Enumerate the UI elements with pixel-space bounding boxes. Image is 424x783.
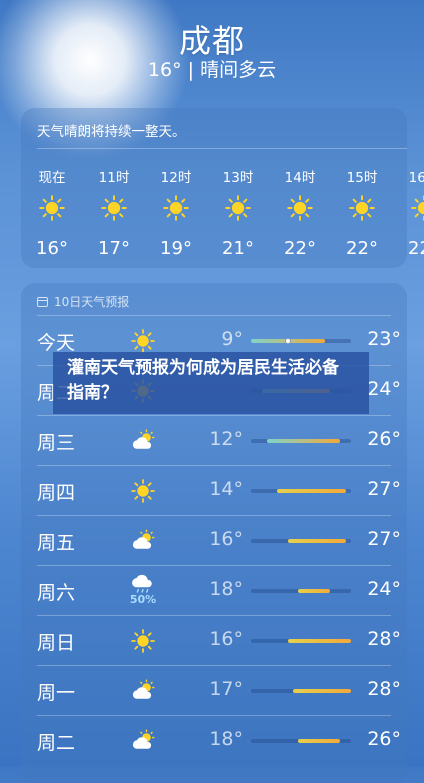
hour-temp: 16° xyxy=(36,238,68,259)
temp-range-bar xyxy=(251,489,351,493)
partly-cloudy-icon xyxy=(125,421,161,459)
temp-range-bar xyxy=(251,539,351,543)
hour-temp: 22° xyxy=(346,238,378,259)
temp-range-fill xyxy=(287,539,346,543)
temp-range-bar xyxy=(251,338,351,344)
divider xyxy=(37,715,391,716)
precip-chance: 50% xyxy=(129,593,157,606)
hour-label: 14时 xyxy=(284,170,316,186)
day-label: 周六 xyxy=(37,582,76,604)
hourly-summary: 天气晴朗将持续一整天。 xyxy=(37,124,186,140)
low-temp: 14° xyxy=(209,478,243,500)
daily-row[interactable]: 周五 16° 27° xyxy=(21,515,407,565)
daily-row[interactable]: 周二 18° 26° xyxy=(21,715,407,765)
hour-label: 15时 xyxy=(346,170,378,186)
divider xyxy=(37,415,391,416)
hour-temp: 17° xyxy=(98,238,130,259)
divider xyxy=(37,665,391,666)
partly-cloudy-icon xyxy=(125,721,161,759)
temp-range-fill xyxy=(287,639,351,643)
divider xyxy=(37,315,391,316)
day-label: 周一 xyxy=(37,682,76,704)
high-temp: 23° xyxy=(367,328,401,350)
sun-icon xyxy=(338,190,386,226)
partly-cloudy-icon xyxy=(125,521,161,559)
temp-range-bar xyxy=(251,739,351,743)
hour-temp: 22° xyxy=(408,238,424,259)
temp-range-bar xyxy=(251,439,351,443)
temp-range-fill xyxy=(266,439,341,443)
low-temp: 17° xyxy=(209,678,243,700)
rain-cloud-icon: 50% xyxy=(125,571,161,609)
daily-title-label: 10日天气预报 xyxy=(54,295,130,309)
hourly-item: 13时 21° xyxy=(214,166,262,259)
divider xyxy=(37,515,391,516)
high-temp: 26° xyxy=(367,728,401,750)
day-label: 周二 xyxy=(37,732,76,754)
divider xyxy=(37,615,391,616)
low-temp: 16° xyxy=(209,528,243,550)
daily-row[interactable]: 周日 16° 28° xyxy=(21,615,407,665)
hour-label: 13时 xyxy=(222,170,254,186)
temp-range-bar xyxy=(251,639,351,643)
divider xyxy=(37,565,391,566)
hourly-item: 11时 17° xyxy=(90,166,138,259)
low-temp: 12° xyxy=(209,428,243,450)
day-label: 周日 xyxy=(37,632,76,654)
hourly-item: 15时 22° xyxy=(338,166,386,259)
sun-icon xyxy=(214,190,262,226)
current-condition: 16° | 晴间多云 xyxy=(147,59,277,81)
temp-range-fill xyxy=(298,739,341,743)
sun-icon xyxy=(152,190,200,226)
sun-icon xyxy=(28,190,76,226)
temp-range-fill xyxy=(298,589,330,593)
partly-cloudy-icon xyxy=(125,671,161,709)
hour-temp: 21° xyxy=(222,238,254,259)
hourly-item: 现在 16° xyxy=(28,166,76,259)
daily-row[interactable]: 周四 14° 27° xyxy=(21,465,407,515)
high-temp: 27° xyxy=(367,528,401,550)
hour-temp: 22° xyxy=(284,238,316,259)
calendar-icon xyxy=(37,296,48,307)
high-temp: 28° xyxy=(367,628,401,650)
sun-icon xyxy=(125,471,161,509)
hour-label: 16时 xyxy=(408,170,424,186)
day-label: 周三 xyxy=(37,432,76,454)
temp-range-bar xyxy=(251,689,351,693)
high-temp: 24° xyxy=(367,578,401,600)
temp-range-fill xyxy=(293,689,351,693)
low-temp: 18° xyxy=(209,728,243,750)
high-temp: 27° xyxy=(367,478,401,500)
hourly-item: 16时 22° xyxy=(400,166,424,259)
temp-range-fill xyxy=(277,489,346,493)
day-label: 周五 xyxy=(37,532,76,554)
day-label: 周四 xyxy=(37,482,76,504)
daily-row[interactable]: 周一 17° 28° xyxy=(21,665,407,715)
hour-label: 现在 xyxy=(38,170,66,186)
hourly-item: 12时 19° xyxy=(152,166,200,259)
daily-row[interactable]: 周三 12° 26° xyxy=(21,415,407,465)
hourly-item: 14时 22° xyxy=(276,166,324,259)
sun-icon xyxy=(276,190,324,226)
sun-icon xyxy=(125,621,161,659)
temp-range-bar xyxy=(251,589,351,593)
hour-label: 11时 xyxy=(98,170,130,186)
hour-label: 12时 xyxy=(160,170,192,186)
divider xyxy=(37,465,391,466)
high-temp: 26° xyxy=(367,428,401,450)
hourly-forecast-card[interactable]: 天气晴朗将持续一整天。 现在 16° 11时 17° 12时 19° 13时 21° 1… xyxy=(21,108,424,268)
high-temp: 28° xyxy=(367,678,401,700)
hour-temp: 19° xyxy=(160,238,192,259)
overlay-banner[interactable]: 灌南天气预报为何成为居民生活必备指南？ xyxy=(53,352,369,414)
daily-forecast-title: 10日天气预报 xyxy=(37,293,129,310)
current-temp-dot xyxy=(284,338,291,344)
divider xyxy=(37,148,407,149)
sun-icon xyxy=(90,190,138,226)
sun-icon xyxy=(400,190,424,226)
low-temp: 9° xyxy=(221,328,243,350)
day-label: 今天 xyxy=(37,332,76,354)
daily-row[interactable]: 周六 50% 18° 24° xyxy=(21,565,407,615)
low-temp: 18° xyxy=(209,578,243,600)
low-temp: 16° xyxy=(209,628,243,650)
